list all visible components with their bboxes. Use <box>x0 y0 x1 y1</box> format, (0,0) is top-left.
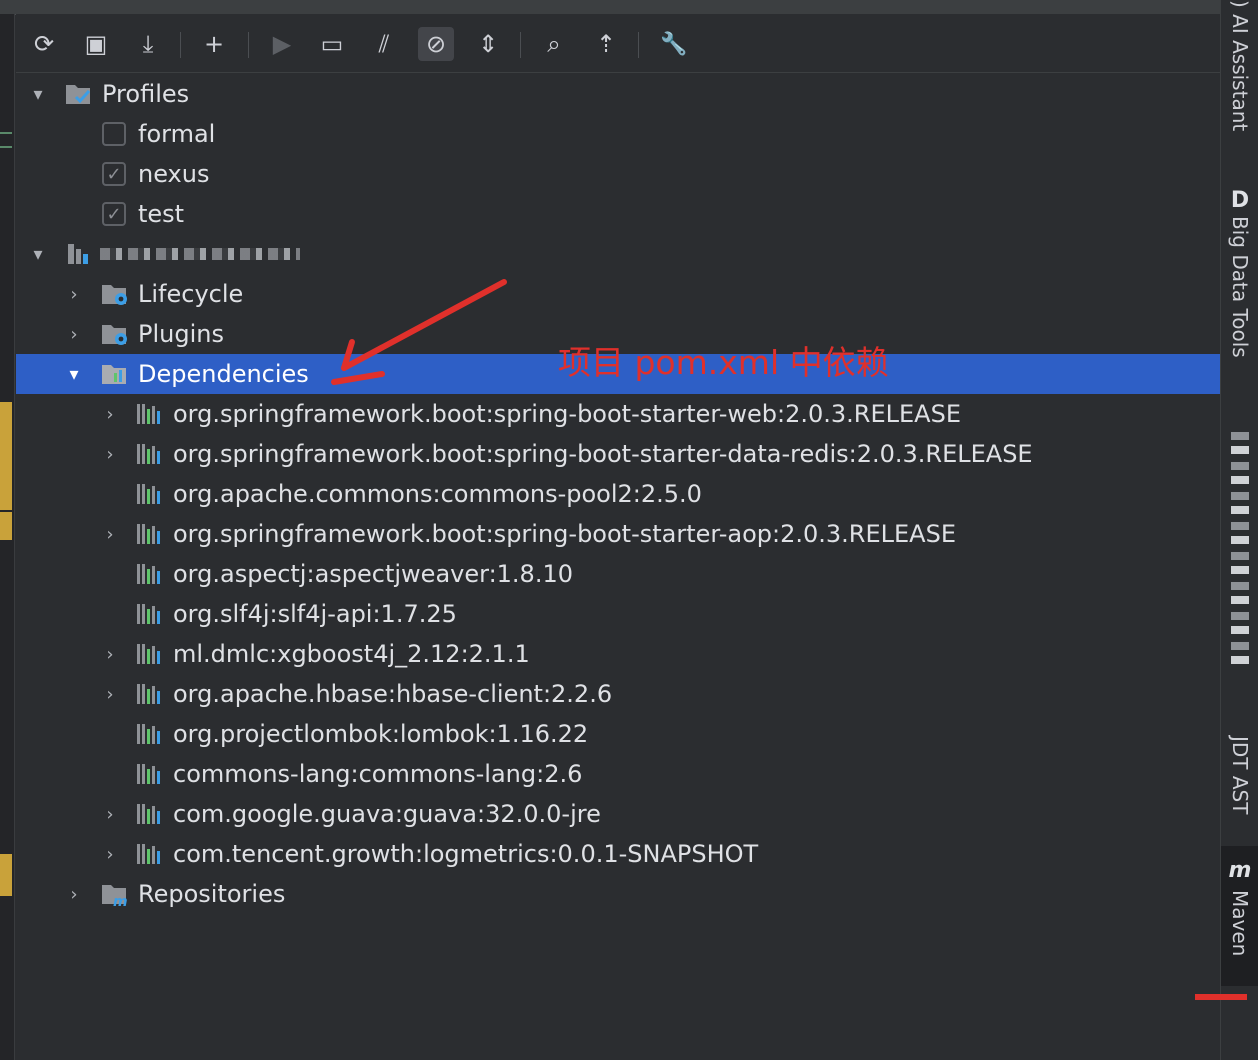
annotation-label: 项目 pom.xml 中依赖 <box>558 343 889 382</box>
maven-icon: m <box>1228 857 1252 883</box>
annotation-arrow <box>331 279 507 385</box>
tool-tab-label: JDT AST <box>1228 736 1252 815</box>
tool-tab-maven[interactable]: m Maven <box>1221 846 1258 986</box>
tool-tab-label: Big Data Tools <box>1228 216 1252 358</box>
tool-tab-big-data-tools[interactable]: D Big Data Tools <box>1221 184 1258 384</box>
tool-tab-label: Maven <box>1228 890 1252 957</box>
tool-tab-ai-assistant[interactable]: ) AI Assistant <box>1221 0 1258 150</box>
right-tool-window-bar: ) AI Assistant D Big Data Tools JDT AST … <box>1195 0 1258 1060</box>
big-data-tools-icon: D <box>1230 187 1250 213</box>
tool-tab-obscured[interactable] <box>1221 424 1258 674</box>
tool-tab-jdt-ast[interactable]: JDT AST <box>1221 736 1258 830</box>
annotation-underline <box>1195 994 1247 1000</box>
tool-tab-label: ) AI Assistant <box>1228 0 1252 132</box>
obscured-tab-label <box>1231 424 1249 664</box>
